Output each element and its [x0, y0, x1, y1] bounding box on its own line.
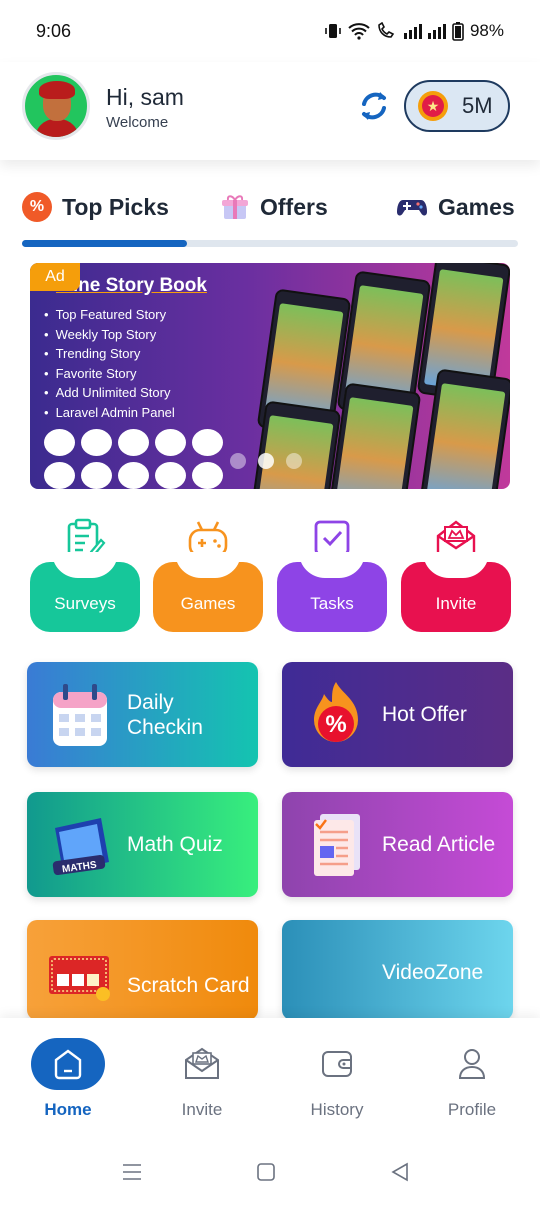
tab-label: Offers [260, 193, 328, 220]
nav-invite[interactable]: Invite [152, 1038, 252, 1120]
ad-badge: Ad [30, 263, 80, 291]
nav-label: Profile [447, 1100, 497, 1119]
banner-feature: Favorite Story [44, 364, 175, 384]
status-time: 9:06 [36, 20, 72, 41]
wifi-icon [348, 23, 370, 40]
tab-label: Games [438, 193, 515, 220]
scratch-ticket-icon [49, 956, 110, 1001]
coin-balance: 5M [462, 93, 493, 118]
nav-home[interactable]: Home [18, 1038, 118, 1120]
card-label: Hot Offer [382, 703, 467, 726]
gamepad-icon [397, 200, 427, 216]
bottom-nav: Home Invite History Profile [0, 1018, 540, 1136]
wallet-icon [300, 1038, 374, 1090]
carousel-dots [230, 453, 302, 469]
gift-icon [222, 195, 248, 219]
nav-profile[interactable]: Profile [422, 1038, 522, 1120]
surveys-button[interactable]: Surveys [30, 518, 140, 632]
card-label: Math Quiz [127, 833, 223, 856]
nav-label: Home [44, 1100, 92, 1119]
vibrate-icon [325, 24, 341, 38]
banner-feature: Laravel Admin Panel [44, 403, 175, 423]
nav-history[interactable]: History [287, 1038, 387, 1120]
hot-offer-card[interactable]: % Hot Offer [282, 662, 513, 767]
math-quiz-card[interactable]: MATHS Math Quiz [27, 792, 258, 897]
article-icon [314, 814, 360, 876]
user-icon [435, 1038, 509, 1090]
calendar-icon [53, 684, 107, 746]
tech-logo-icon [155, 462, 186, 489]
tasks-label: Tasks [277, 552, 387, 632]
carousel-dot[interactable] [230, 453, 246, 469]
refresh-icon[interactable] [356, 86, 392, 126]
read-article-card[interactable]: Read Article [282, 792, 513, 897]
tech-logo-icon [118, 429, 149, 456]
card-label: VideoZone [382, 960, 484, 984]
tab-indicator [22, 240, 187, 247]
daily-checkin-card[interactable]: Daily Checkin [27, 662, 258, 767]
banner-feature: Weekly Top Story [44, 325, 175, 345]
fire-percent-icon: % [314, 682, 358, 742]
tab-label: Top Picks [62, 193, 169, 220]
back-icon[interactable] [390, 1162, 410, 1182]
battery-percent: 98% [469, 21, 504, 40]
videozone-card[interactable]: VideoZone [282, 920, 513, 1020]
surveys-label: Surveys [30, 552, 140, 632]
battery-icon [452, 22, 464, 41]
signal-icon [403, 23, 422, 39]
recents-icon[interactable] [122, 1162, 142, 1182]
tech-logo-icon [44, 462, 75, 489]
signal-icon-2 [427, 23, 446, 39]
tab-offers[interactable]: Offers [220, 192, 328, 222]
tech-logo-icon [81, 462, 112, 489]
games-button[interactable]: Games [153, 518, 263, 632]
tech-logo-icon [118, 462, 149, 489]
tasks-button[interactable]: Tasks [277, 518, 387, 632]
svg-text:%: % [325, 711, 346, 738]
maths-book-icon: MATHS [52, 818, 109, 875]
tech-logo-icon [44, 429, 75, 456]
coin-icon: ★ [418, 91, 448, 121]
call-icon [378, 22, 395, 38]
invite-icon [165, 1038, 239, 1090]
card-label: Read Article [382, 833, 496, 856]
scratch-card-card[interactable]: Scratch Card [27, 920, 258, 1020]
avatar[interactable] [22, 72, 90, 140]
banner-feature: Top Featured Story [44, 305, 175, 325]
home-system-icon[interactable] [256, 1162, 276, 1182]
nav-label: History [310, 1100, 364, 1119]
tab-top-picks[interactable]: % Top Picks [22, 192, 169, 222]
tech-logo-icon [155, 429, 186, 456]
carousel-dot[interactable] [258, 453, 274, 469]
welcome-text: Welcome [106, 114, 169, 131]
percent-badge-icon: % [22, 192, 52, 222]
tech-logo-icon [192, 429, 223, 456]
coin-balance-button[interactable]: ★ 5M [404, 80, 510, 132]
banner-feature-list: Top Featured Story Weekly Top Story Tren… [44, 305, 175, 423]
games-label: Games [153, 552, 263, 632]
home-icon [31, 1038, 105, 1090]
status-icons: 98% [324, 21, 504, 41]
header: Hi, sam Welcome ★ 5M [0, 62, 540, 160]
invite-label: Invite [401, 552, 511, 632]
category-tabs: % Top Picks Offers Games [22, 192, 518, 248]
system-nav-bar [0, 1136, 540, 1206]
banner-feature: Trending Story [44, 344, 175, 364]
tech-logo-icon [81, 429, 112, 456]
ad-banner[interactable]: nline Story Book Ad Top Featured Story W… [30, 263, 510, 489]
banner-feature: Add Unlimited Story [44, 383, 175, 403]
tech-logo-icon [192, 462, 223, 489]
carousel-dot[interactable] [286, 453, 302, 469]
tab-games[interactable]: Games [396, 192, 515, 222]
greeting-text: Hi, sam [106, 84, 184, 110]
nav-label: Invite [181, 1100, 223, 1119]
card-label: Daily Checkin [127, 690, 203, 739]
tech-logos [44, 429, 244, 489]
invite-button[interactable]: Invite [401, 518, 511, 632]
status-bar: 9:06 98% [0, 0, 540, 62]
